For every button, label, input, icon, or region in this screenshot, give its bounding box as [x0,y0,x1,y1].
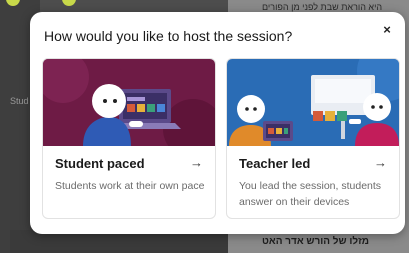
student-paced-illustration [43,59,215,146]
arrow-right-icon: → [374,155,387,170]
arrow-right-icon: → [190,155,203,170]
dialog-title: How would you like to host the session? [44,28,293,44]
card-description: You lead the session, students answer on… [239,180,382,208]
background-side-label: Stud [10,96,29,106]
decorative-dot [62,0,76,6]
close-icon[interactable]: × [379,22,395,38]
background-text-bottom: מזלו של הורש אדר האט [262,236,369,247]
background-text-top: היא הוראת שבת לפני מן הפורים [262,2,383,12]
host-session-dialog: How would you like to host the session? … [30,12,405,234]
teacher-led-card[interactable]: Teacher led → You lead the session, stud… [226,58,400,219]
card-description: Students work at their own pace [55,180,205,192]
teacher-led-illustration [227,59,399,146]
student-paced-card[interactable]: Student paced → Students work at their o… [42,58,216,219]
card-title: Student paced [55,156,145,171]
card-title: Teacher led [239,156,311,171]
